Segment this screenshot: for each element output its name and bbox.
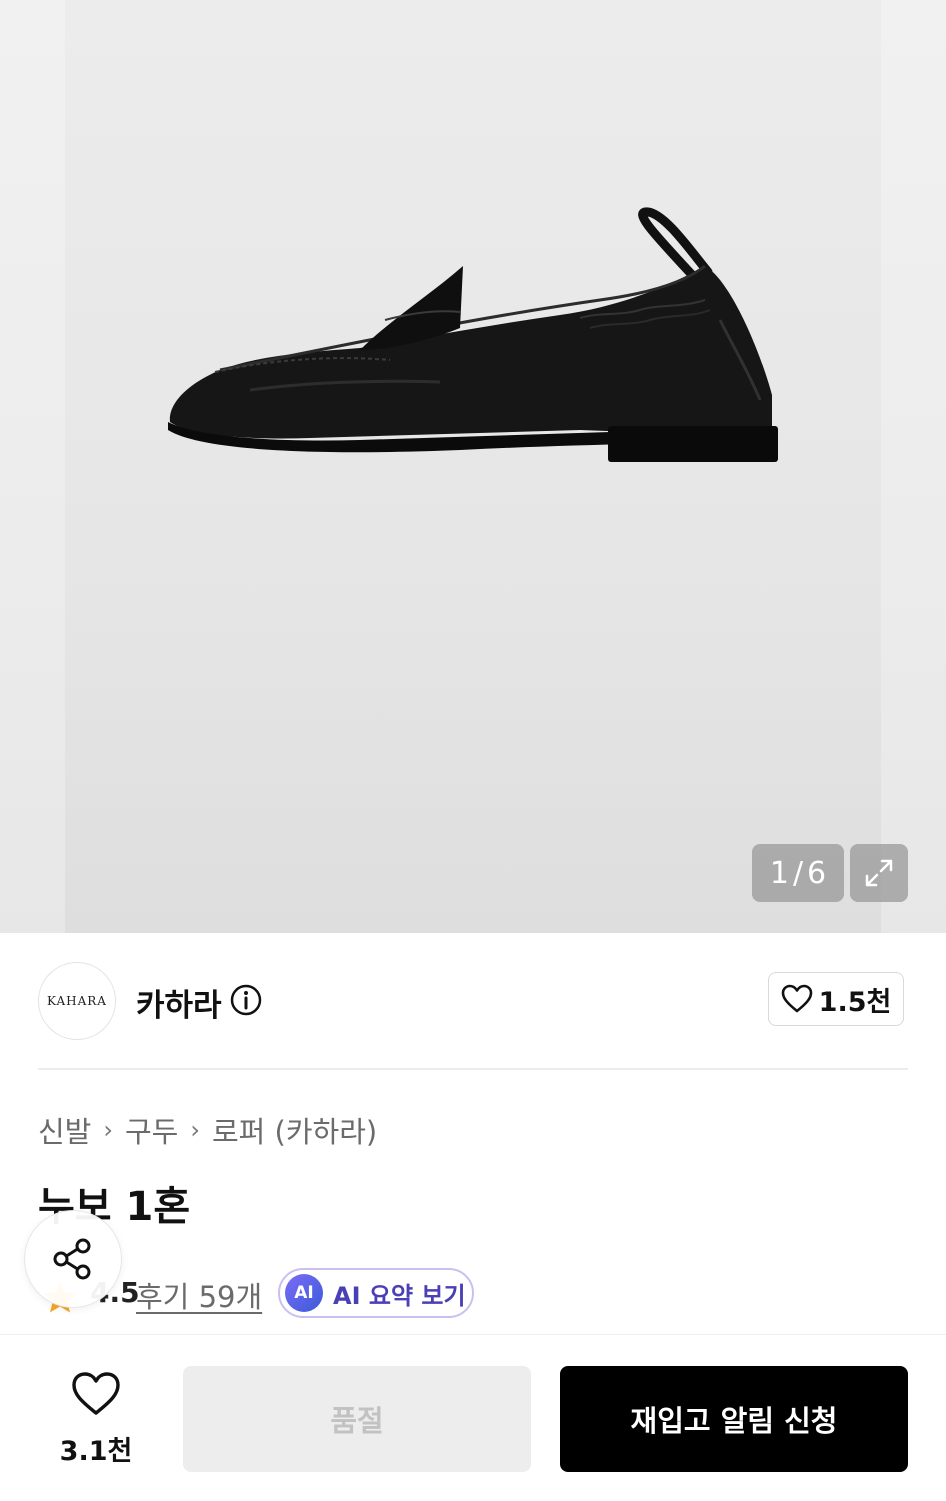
expand-arrows-icon [865, 859, 893, 887]
restock-alert-button[interactable]: 재입고 알림 신청 [560, 1366, 908, 1472]
image-counter-separator: / [792, 855, 804, 891]
loafer-shoe-image [168, 207, 778, 462]
expand-image-button[interactable] [850, 844, 908, 902]
ai-summary-button[interactable]: AI AI 요약 보기 [278, 1268, 474, 1318]
image-counter-current: 1 [769, 855, 789, 891]
bottom-action-bar: 3.1천 품절 재입고 알림 신청 [0, 1334, 946, 1501]
rating-row: 4.5 후기 59개 AI AI 요약 보기 [38, 1266, 908, 1322]
divider [38, 1068, 908, 1070]
chevron-right-icon: › [103, 1116, 113, 1144]
breadcrumb: 신발 › 구두 › 로퍼 (카하라) [38, 1108, 377, 1152]
wishlist-button[interactable]: 3.1천 [48, 1369, 144, 1467]
brand-row: KAHARA 카하라 1.5천 [38, 962, 908, 1040]
share-icon [53, 1238, 91, 1280]
image-counter-total: 6 [807, 855, 827, 891]
reviews-link[interactable]: 후기 59개 [136, 1274, 262, 1316]
chevron-right-icon: › [190, 1116, 200, 1144]
ai-badge-icon: AI [285, 1274, 323, 1312]
wishlist-count: 3.1천 [59, 1436, 133, 1467]
brand-logo[interactable]: KAHARA [38, 962, 116, 1040]
heart-icon [72, 1372, 120, 1415]
breadcrumb-item-loafer[interactable]: 로퍼 (카하라) [212, 1109, 377, 1151]
brand-logo-text: KAHARA [47, 994, 107, 1008]
info-circle-icon[interactable] [230, 984, 262, 1016]
brand-name-link[interactable]: 카하라 [136, 980, 222, 1025]
brand-like-count: 1.5천 [818, 986, 892, 1018]
image-counter: 1 / 6 [752, 844, 844, 902]
soldout-button[interactable]: 품절 [183, 1366, 531, 1472]
share-button[interactable] [24, 1210, 122, 1308]
breadcrumb-item-dress-shoes[interactable]: 구두 [125, 1109, 178, 1151]
product-image-gallery[interactable]: 1 / 6 [0, 0, 946, 933]
breadcrumb-item-shoes[interactable]: 신발 [38, 1109, 91, 1151]
brand-like-button[interactable]: 1.5천 [768, 972, 904, 1026]
heart-icon [781, 984, 812, 1013]
ai-summary-label: AI 요약 보기 [333, 1281, 466, 1310]
